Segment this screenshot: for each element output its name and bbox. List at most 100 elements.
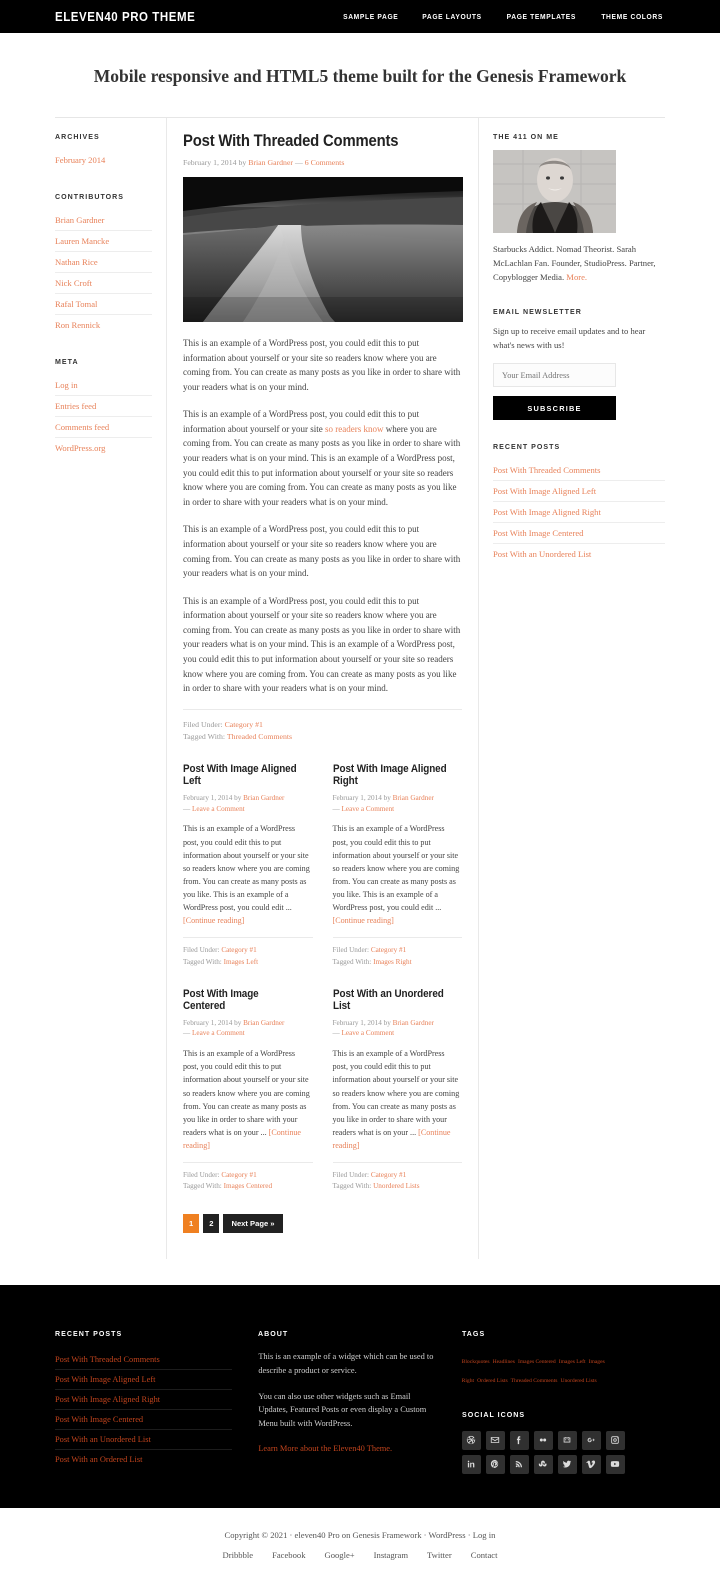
post-title[interactable]: Post With Threaded Comments: [183, 132, 434, 151]
linkedin-icon[interactable]: [461, 1454, 481, 1474]
primary-navigation[interactable]: Sample Page Page Layouts Page Templates …: [341, 12, 665, 21]
tag-link[interactable]: Images Right: [373, 958, 412, 966]
recent-post-link[interactable]: Post With Image Aligned Left: [493, 481, 665, 501]
mini-post-comments-link[interactable]: Leave a Comment: [341, 1029, 394, 1037]
login-link[interactable]: Log in: [473, 1530, 496, 1540]
recent-post-link[interactable]: Post With Threaded Comments: [493, 460, 665, 480]
list-item[interactable]: Post With an Unordered List: [493, 544, 665, 564]
site-title[interactable]: ELEVEN40 PRO THEME: [55, 10, 195, 24]
footer-nav-googleplus[interactable]: Google+: [325, 1550, 355, 1560]
learn-more-link[interactable]: Learn More about the Eleven40 Theme.: [258, 1444, 392, 1453]
email-icon[interactable]: [485, 1430, 505, 1450]
footer-nav-dribbble[interactable]: Dribbble: [223, 1550, 254, 1560]
tag-link[interactable]: Images Left: [224, 958, 259, 966]
tag-cloud-link[interactable]: Images Left: [559, 1359, 586, 1365]
footer-recent-post-link[interactable]: Post With an Ordered List: [55, 1450, 232, 1469]
continue-reading-link[interactable]: [Continue reading]: [183, 916, 244, 925]
tag-cloud-link[interactable]: Unordered Lists: [560, 1378, 596, 1384]
footer-navigation[interactable]: Dribbble Facebook Google+ Instagram Twit…: [0, 1550, 720, 1560]
list-item[interactable]: Post With Image Aligned Left: [493, 481, 665, 503]
recent-post-link[interactable]: Post With Image Aligned Right: [493, 502, 665, 522]
nav-item-theme-colors[interactable]: Theme Colors: [601, 12, 663, 21]
category-link[interactable]: Category #1: [371, 1171, 406, 1179]
social-icons-list[interactable]: [461, 1430, 630, 1474]
contributor-link[interactable]: Nick Croft: [55, 273, 152, 293]
mini-post-title[interactable]: Post With Image Aligned Right: [333, 763, 450, 787]
list-item[interactable]: Post With an Ordered List: [55, 1450, 232, 1469]
list-item[interactable]: Post With Threaded Comments: [493, 460, 665, 482]
list-item[interactable]: Rafal Tomal: [55, 294, 152, 315]
continue-reading-link[interactable]: [Continue reading]: [333, 916, 394, 925]
rss-icon[interactable]: [509, 1454, 529, 1474]
mini-post-title[interactable]: Post With Image Centered: [183, 988, 300, 1012]
mini-post-author-link[interactable]: Brian Gardner: [393, 1019, 434, 1027]
stumbleupon-icon[interactable]: [533, 1454, 553, 1474]
list-item[interactable]: Post With Image Aligned Left: [55, 1370, 233, 1391]
recent-post-link[interactable]: Post With Image Centered: [493, 523, 665, 543]
list-item[interactable]: Post With Image Aligned Right: [493, 502, 665, 524]
list-item[interactable]: Nathan Rice: [55, 252, 152, 273]
footer-recent-post-link[interactable]: Post With Image Centered: [55, 1410, 232, 1429]
archive-link[interactable]: February 2014: [55, 150, 152, 170]
category-link[interactable]: Category #1: [221, 1171, 256, 1179]
wordpress-link[interactable]: WordPress: [429, 1530, 466, 1540]
contributor-link[interactable]: Ron Rennick: [55, 315, 152, 335]
footer-nav-contact[interactable]: Contact: [471, 1550, 498, 1560]
mini-post-comments-link[interactable]: Leave a Comment: [192, 805, 245, 813]
googleplus-icon[interactable]: [581, 1430, 601, 1450]
list-item[interactable]: Post With an Unordered List: [55, 1430, 233, 1451]
meta-link-wordpress-org[interactable]: WordPress.org: [55, 438, 152, 458]
mini-post-title[interactable]: Post With an Unordered List: [333, 988, 450, 1012]
list-item[interactable]: Post With Threaded Comments: [55, 1350, 233, 1371]
tag-cloud-link[interactable]: Headlines: [493, 1359, 515, 1365]
footer-nav-facebook[interactable]: Facebook: [272, 1550, 305, 1560]
category-link[interactable]: Category #1: [225, 720, 263, 729]
mini-post-author-link[interactable]: Brian Gardner: [243, 1019, 284, 1027]
footer-recent-post-link[interactable]: Post With Image Aligned Left: [55, 1370, 232, 1389]
github-icon[interactable]: [557, 1430, 577, 1450]
tag-link[interactable]: Threaded Comments: [227, 732, 292, 741]
nav-item-page-templates[interactable]: Page Templates: [507, 12, 576, 21]
email-input[interactable]: [493, 363, 616, 388]
list-item[interactable]: Post With Image Centered: [55, 1410, 233, 1431]
recent-post-link[interactable]: Post With an Unordered List: [493, 544, 665, 564]
list-item[interactable]: Nick Croft: [55, 273, 152, 294]
tag-link[interactable]: Images Centered: [224, 1182, 273, 1190]
so-readers-know-link[interactable]: so readers know: [325, 424, 383, 434]
list-item[interactable]: Entries feed: [55, 396, 152, 417]
list-item[interactable]: Log in: [55, 375, 152, 396]
mini-post-comments-link[interactable]: Leave a Comment: [341, 805, 394, 813]
tag-cloud-link[interactable]: Blockquotes: [462, 1359, 490, 1365]
pagination-page-1-active[interactable]: 1: [183, 1214, 200, 1234]
list-item[interactable]: February 2014: [55, 150, 152, 170]
pagination-next-page[interactable]: Next Page »: [223, 1214, 283, 1234]
meta-link-entries-feed[interactable]: Entries feed: [55, 396, 152, 416]
tag-link[interactable]: Unordered Lists: [373, 1182, 420, 1190]
footer-recent-post-link[interactable]: Post With Image Aligned Right: [55, 1390, 232, 1409]
vimeo-icon[interactable]: [581, 1454, 601, 1474]
list-item[interactable]: Comments feed: [55, 417, 152, 438]
mini-post-comments-link[interactable]: Leave a Comment: [192, 1029, 245, 1037]
tag-cloud-link[interactable]: Ordered Lists: [477, 1378, 508, 1384]
contributor-link[interactable]: Nathan Rice: [55, 252, 152, 272]
mini-post-title[interactable]: Post With Image Aligned Left: [183, 763, 300, 787]
facebook-icon[interactable]: [509, 1430, 529, 1450]
bio-more-link[interactable]: More.: [566, 272, 587, 282]
dribbble-icon[interactable]: [461, 1430, 481, 1450]
nav-item-sample-page[interactable]: Sample Page: [343, 12, 398, 21]
contributor-link[interactable]: Brian Gardner: [55, 210, 152, 230]
youtube-icon[interactable]: [605, 1454, 625, 1474]
list-item[interactable]: Post With Image Aligned Right: [55, 1390, 233, 1411]
meta-link-comments-feed[interactable]: Comments feed: [55, 417, 152, 437]
list-item[interactable]: Post With Image Centered: [493, 523, 665, 545]
contributor-link[interactable]: Rafal Tomal: [55, 294, 152, 314]
pagination[interactable]: 1 2 Next Page »: [183, 1192, 462, 1259]
twitter-icon[interactable]: [557, 1454, 577, 1474]
list-item[interactable]: Brian Gardner: [55, 210, 152, 231]
footer-recent-post-link[interactable]: Post With Threaded Comments: [55, 1350, 232, 1369]
footer-recent-post-link[interactable]: Post With an Unordered List: [55, 1430, 232, 1449]
tag-cloud-link[interactable]: Images Centered: [518, 1359, 556, 1365]
list-item[interactable]: Ron Rennick: [55, 315, 152, 335]
category-link[interactable]: Category #1: [371, 946, 406, 954]
mini-post-author-link[interactable]: Brian Gardner: [393, 794, 434, 802]
